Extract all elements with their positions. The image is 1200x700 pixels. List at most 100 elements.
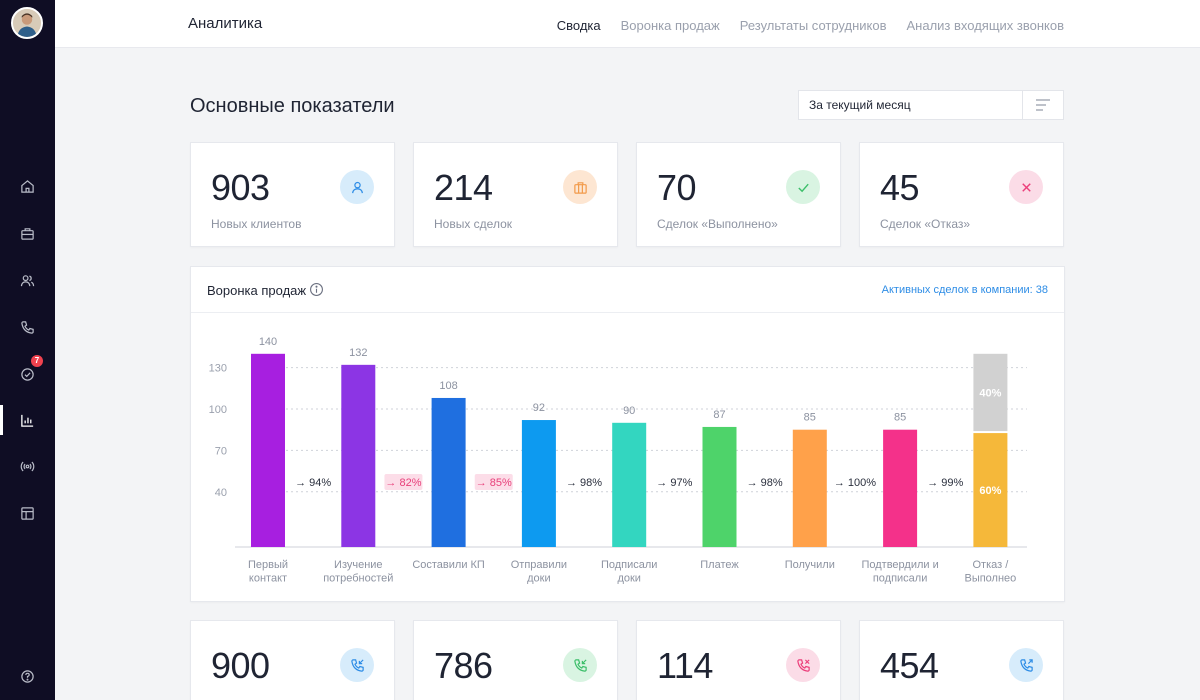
sales-funnel-card: Воронка продаж Активных сделок в компани… <box>190 266 1065 602</box>
funnel-bar <box>521 420 556 547</box>
x-category-label: Отказ / <box>972 559 1009 571</box>
funnel-bar <box>612 422 647 547</box>
kpi-value: 786 <box>434 645 493 686</box>
kpi-card-deals-done: 70 Сделок «Выполнено» <box>636 142 841 247</box>
funnel-bar <box>431 397 466 547</box>
y-tick-label: 100 <box>209 404 227 416</box>
funnel-title: Воронка продаж <box>207 283 307 298</box>
app-title: Аналитика <box>188 15 263 32</box>
top-bar: Аналитика Сводка Воронка продаж Результа… <box>55 0 1200 48</box>
phone-incoming-icon <box>340 648 374 682</box>
kpi-card-calls-2: 786 <box>413 620 618 700</box>
phone-call-icon <box>1009 648 1043 682</box>
kpi-card-new-deals: 214 Новых сделок <box>413 142 618 247</box>
bar-segment-label: 60% <box>979 485 1001 497</box>
bar-chart-icon <box>21 414 34 427</box>
tab-employee-results[interactable]: Результаты сотрудников <box>740 18 887 33</box>
tab-incoming-calls[interactable]: Анализ входящих звонков <box>907 18 1065 33</box>
sidebar-item-contacts[interactable] <box>0 263 55 297</box>
kpi-value: 70 <box>657 167 697 208</box>
x-category-label: Выполнео <box>964 573 1016 585</box>
phone-missed-icon <box>786 648 820 682</box>
period-menu-button[interactable] <box>1022 91 1063 119</box>
funnel-header: Воронка продаж Активных сделок в компани… <box>191 267 1064 313</box>
kpi-label: Сделок «Отказ» <box>880 217 971 231</box>
funnel-bar <box>341 364 376 547</box>
kpi-label: Сделок «Выполнено» <box>657 217 778 231</box>
x-category-label: Получили <box>785 559 835 571</box>
briefcase-icon <box>563 170 597 204</box>
conversion-label: → 82% <box>385 477 421 489</box>
kpi-card-calls-3: 114 <box>636 620 841 700</box>
kpi-value: 903 <box>211 167 270 208</box>
y-tick-label: 70 <box>215 445 227 457</box>
user-avatar[interactable] <box>11 7 43 39</box>
x-category-label: Первый <box>248 559 288 571</box>
menu-lines-icon <box>1036 99 1050 111</box>
sidebar-item-help[interactable] <box>0 659 55 693</box>
conversion-label: → 100% <box>834 477 876 489</box>
funnel-bar <box>792 429 827 547</box>
conversion-label: → 99% <box>927 477 963 489</box>
tab-summary[interactable]: Сводка <box>557 18 601 33</box>
briefcase-icon <box>21 227 34 240</box>
conversion-label: → 94% <box>295 477 331 489</box>
kpi-value: 454 <box>880 645 939 686</box>
sidebar-item-analytics[interactable] <box>0 403 55 437</box>
bar-value-label: 85 <box>804 412 816 424</box>
funnel-bar <box>702 426 737 547</box>
bar-value-label: 92 <box>533 402 545 414</box>
conversion-label: → 98% <box>566 477 602 489</box>
layout-icon <box>21 506 34 520</box>
info-icon[interactable] <box>309 282 324 297</box>
tabs: Сводка Воронка продаж Результаты сотрудн… <box>557 18 1064 33</box>
kpi-value: 45 <box>880 167 920 208</box>
sidebar-item-home[interactable] <box>0 169 55 203</box>
kpi-label: Новых клиентов <box>211 217 302 231</box>
sidebar-item-deals[interactable] <box>0 216 55 250</box>
kpi-label: Новых сделок <box>434 217 513 231</box>
tab-sales-funnel[interactable]: Воронка продаж <box>621 18 720 33</box>
y-tick-label: 130 <box>209 363 227 375</box>
conversion-label: → 98% <box>747 477 783 489</box>
bar-value-label: 87 <box>713 409 725 421</box>
kpi-card-calls-4: 454 <box>859 620 1064 700</box>
conversion-label: → 97% <box>656 477 692 489</box>
conversion-label: → 85% <box>476 477 512 489</box>
y-tick-label: 40 <box>215 487 227 499</box>
sidebar: 7 <box>0 0 55 700</box>
notification-badge: 7 <box>31 355 43 367</box>
bar-value-label: 90 <box>623 405 635 417</box>
help-icon <box>21 669 34 683</box>
x-category-label: потребностей <box>323 573 393 585</box>
active-deals-link[interactable]: Активных сделок в компании: 38 <box>882 284 1048 296</box>
x-category-label: подписали <box>873 573 928 585</box>
check-icon <box>786 170 820 204</box>
bar-value-label: 140 <box>259 336 277 348</box>
x-category-label: Изучение <box>334 559 383 571</box>
funnel-bar <box>883 429 918 547</box>
x-category-label: Платеж <box>700 559 739 571</box>
kpi-value: 900 <box>211 645 270 686</box>
funnel-chart: 40 70 100 130 140 Первый контакт 132 Изучение пот… <box>209 336 1027 585</box>
bar-value-label: 85 <box>894 412 906 424</box>
period-selector[interactable]: За текущий месяц <box>798 90 1064 120</box>
sidebar-item-layout[interactable] <box>0 496 55 530</box>
broadcast-icon <box>20 461 35 471</box>
sidebar-item-calls[interactable] <box>0 310 55 344</box>
x-category-label: доки <box>527 573 551 585</box>
kpi-value: 114 <box>657 645 713 686</box>
x-category-label: Подписали <box>601 559 657 571</box>
bar-value-label: 132 <box>349 347 367 359</box>
phone-outgoing-icon <box>563 648 597 682</box>
users-icon <box>20 274 35 286</box>
x-category-label: Составили КП <box>412 559 485 571</box>
kpi-value: 214 <box>434 167 493 208</box>
sidebar-item-broadcast[interactable] <box>0 449 55 483</box>
sidebar-item-tasks[interactable]: 7 <box>0 355 55 391</box>
x-category-label: доки <box>617 573 641 585</box>
kpi-card-calls-1: 900 <box>190 620 395 700</box>
period-value[interactable]: За текущий месяц <box>799 91 1022 119</box>
bar-value-label: 108 <box>439 380 457 392</box>
x-category-label: Подтвердили и <box>861 559 938 571</box>
